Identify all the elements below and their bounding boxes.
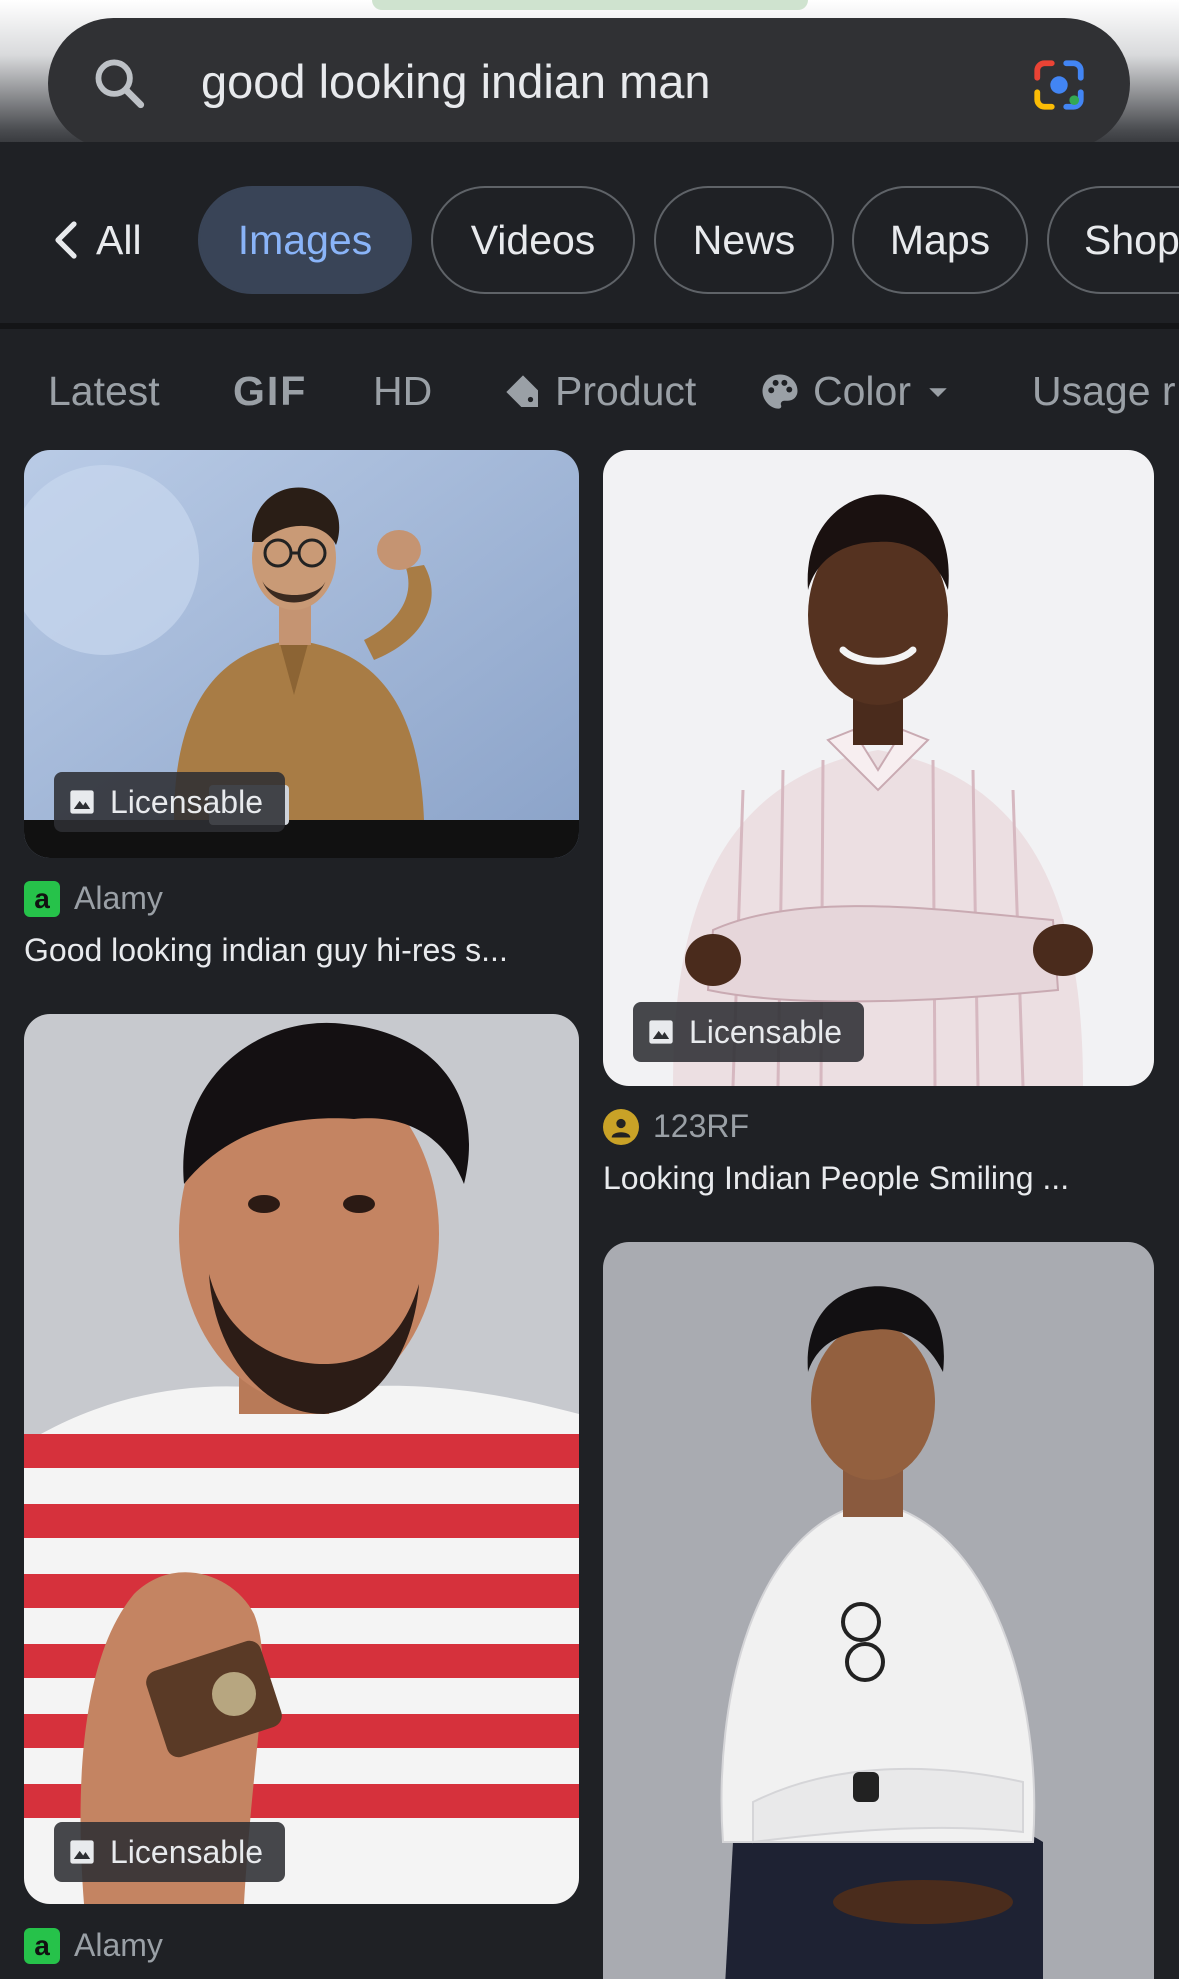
filter-usage-rights[interactable]: Usage r [1032, 368, 1176, 415]
result-title-2[interactable]: Looking Indian People Smiling ... [603, 1160, 1069, 1197]
tabs-divider [0, 323, 1179, 329]
search-tabs: All Images Videos News Maps Shop [0, 142, 1179, 327]
tab-shop-label: Shop [1084, 216, 1179, 263]
source-name: Alamy [74, 880, 163, 916]
image-icon [70, 1840, 94, 1864]
result-title-1[interactable]: Good looking indian guy hi-res s... [24, 932, 508, 969]
tab-all-label: All [96, 216, 142, 263]
tab-images-label: Images [237, 216, 373, 263]
result-source-2[interactable]: 123RF [603, 1108, 749, 1145]
image-icon [649, 1020, 673, 1044]
tag-icon [506, 374, 538, 407]
123rf-favicon-icon [603, 1108, 639, 1145]
filter-hd[interactable]: HD [373, 368, 432, 415]
filter-latest-label: Latest [48, 368, 160, 414]
result-image-4[interactable] [603, 1242, 1154, 1979]
filter-gif[interactable]: GIF [233, 368, 307, 415]
licensable-label: Licensable [689, 1013, 842, 1050]
tab-images[interactable]: Images [198, 186, 412, 294]
filter-chips: Latest GIF HD Product Color Usage r [0, 330, 1179, 450]
page: good looking indian man All Images Video… [0, 0, 1179, 1979]
tab-all[interactable]: All [50, 186, 170, 294]
tab-news[interactable]: News [654, 186, 834, 294]
result-image-2[interactable]: Licensable [603, 450, 1154, 1086]
source-name: Alamy [74, 1927, 163, 1963]
filter-gif-label: GIF [233, 368, 308, 414]
filter-color-label: Color [813, 368, 911, 414]
chevron-left-icon [55, 221, 77, 259]
filter-latest[interactable]: Latest [48, 368, 160, 415]
filter-color[interactable]: Color [759, 368, 953, 415]
result-source-3[interactable]: a Alamy [24, 1927, 163, 1964]
filter-usage-label: Usage r [1032, 368, 1176, 414]
top-thumbnail-edge [372, 0, 808, 10]
photo-man-in-red-striped-shirt [24, 1014, 579, 1904]
result-image-1[interactable]: Licensable [24, 450, 579, 858]
source-name: 123RF [653, 1108, 750, 1144]
result-image-3[interactable]: Licensable [24, 1014, 579, 1904]
alamy-favicon-icon: a [24, 1927, 60, 1964]
photo-man-in-striped-shirt [603, 450, 1154, 1086]
tab-news-label: News [692, 216, 796, 263]
google-lens-icon[interactable] [1030, 56, 1088, 114]
licensable-badge: Licensable [54, 1822, 285, 1882]
result-source-1[interactable]: a Alamy [24, 880, 163, 917]
filter-product[interactable]: Product [503, 368, 696, 415]
tab-maps[interactable]: Maps [852, 186, 1028, 294]
tab-videos[interactable]: Videos [431, 186, 635, 294]
photo-young-man-in-white-shirt [603, 1242, 1154, 1979]
search-icon[interactable] [90, 54, 148, 112]
search-input[interactable]: good looking indian man [201, 54, 711, 109]
filter-hd-label: HD [373, 368, 433, 414]
filter-product-label: Product [555, 368, 697, 414]
licensable-label: Licensable [110, 1833, 263, 1870]
dropdown-arrow-icon [929, 387, 947, 397]
palette-icon [762, 374, 798, 409]
tab-shop[interactable]: Shop [1047, 186, 1179, 294]
tab-videos-label: Videos [470, 216, 596, 263]
alamy-favicon-icon: a [24, 880, 60, 917]
licensable-label: Licensable [110, 783, 263, 820]
licensable-badge: Licensable [633, 1002, 864, 1062]
search-header: good looking indian man [0, 0, 1179, 149]
tab-maps-label: Maps [889, 216, 991, 263]
licensable-badge: Licensable [54, 772, 285, 832]
image-icon [70, 790, 94, 814]
